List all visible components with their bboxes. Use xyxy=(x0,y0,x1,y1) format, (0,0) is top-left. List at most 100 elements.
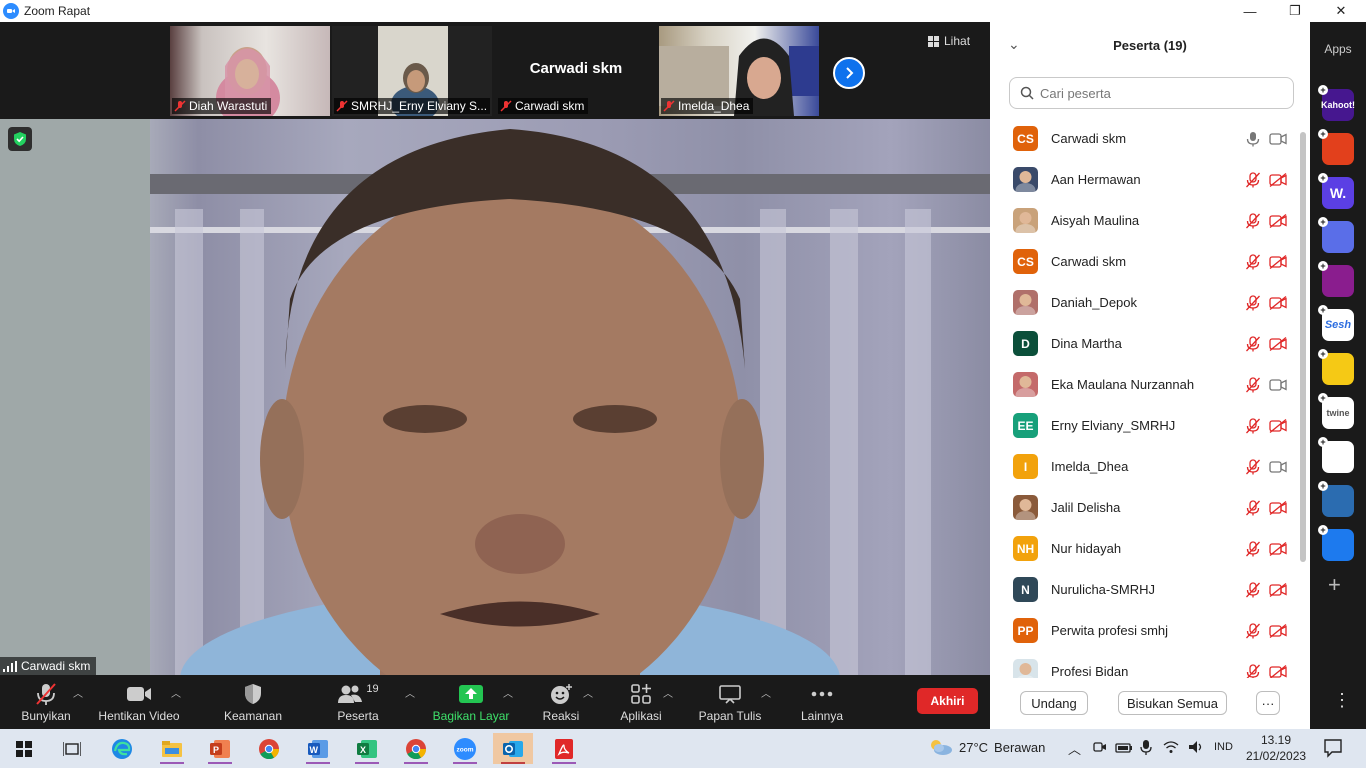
chevron-up-icon[interactable]: ︿ xyxy=(1068,739,1081,758)
mute-all-button[interactable]: Bisukan Semua xyxy=(1118,691,1227,715)
end-meeting-button[interactable]: Akhiri xyxy=(917,688,978,714)
notification-icon[interactable] xyxy=(1323,738,1343,763)
battery-icon[interactable] xyxy=(1115,741,1133,759)
mic-muted-icon[interactable] xyxy=(1245,458,1261,475)
chevron-up-icon[interactable]: ︿ xyxy=(171,685,181,700)
video-camera-icon[interactable] xyxy=(1269,131,1287,147)
mic-muted-icon[interactable] xyxy=(1245,663,1261,678)
app-icon-circle[interactable]: + xyxy=(1318,217,1354,253)
video-camera-icon[interactable] xyxy=(1269,377,1287,393)
minimize-button[interactable]: — xyxy=(1227,0,1273,22)
chevron-up-icon[interactable]: ︿ xyxy=(73,685,83,700)
video-off-icon[interactable] xyxy=(1269,623,1287,639)
participant-row[interactable]: PP Perwita profesi smhj xyxy=(990,610,1300,651)
outlook-icon[interactable] xyxy=(493,733,533,764)
video-off-icon[interactable] xyxy=(1269,213,1287,229)
apps-more-button[interactable]: ⋮ xyxy=(1333,690,1351,711)
meet-now-icon[interactable] xyxy=(1093,740,1107,759)
mic-muted-icon[interactable] xyxy=(1245,376,1261,393)
participant-row[interactable]: N Nurulicha-SMRHJ xyxy=(990,569,1300,610)
windows-start-icon[interactable] xyxy=(4,733,44,764)
video-off-icon[interactable] xyxy=(1269,664,1287,678)
mic-muted-icon[interactable] xyxy=(1245,540,1261,557)
participant-row[interactable]: NH Nur hidayah xyxy=(990,528,1300,569)
participant-row[interactable]: Aan Hermawan xyxy=(990,159,1300,200)
participants-button[interactable]: 19 Peserta xyxy=(328,675,388,729)
weather-widget[interactable]: 27°C Berawan xyxy=(929,739,1045,755)
participant-row[interactable]: Profesi Bidan xyxy=(990,651,1300,678)
mic-muted-icon[interactable] xyxy=(1245,253,1261,270)
close-button[interactable]: ✕ xyxy=(1318,0,1364,22)
maximize-button[interactable]: ❐ xyxy=(1272,0,1318,22)
mic-muted-icon[interactable] xyxy=(1245,335,1261,352)
volume-icon[interactable] xyxy=(1188,740,1204,759)
chevron-up-icon[interactable]: ︿ xyxy=(583,685,593,700)
app-icon-kahoot[interactable]: Kahoot! + xyxy=(1318,85,1355,121)
add-app-button[interactable]: + xyxy=(1328,574,1341,596)
video-off-icon[interactable] xyxy=(1269,172,1287,188)
mic-muted-icon[interactable] xyxy=(1245,417,1261,434)
panel-more-button[interactable]: ··· xyxy=(1256,691,1280,715)
search-box[interactable] xyxy=(1009,77,1294,109)
search-input[interactable] xyxy=(1040,85,1280,101)
powerpoint-icon[interactable]: P xyxy=(200,733,240,764)
app-icon-eraser[interactable]: + xyxy=(1318,525,1354,561)
app-icon-sesh[interactable]: Sesh + xyxy=(1318,305,1354,341)
chrome-browser-icon[interactable] xyxy=(249,733,289,764)
participant-row[interactable]: Daniah_Depok xyxy=(990,282,1300,323)
file-explorer-icon[interactable] xyxy=(152,733,192,764)
encryption-shield-icon[interactable] xyxy=(8,127,32,151)
mic-icon[interactable] xyxy=(1245,131,1261,147)
reactions-button[interactable]: Reaksi xyxy=(536,675,586,729)
participant-row[interactable]: CS Carwadi skm xyxy=(990,241,1300,282)
participant-row[interactable]: CS Carwadi skm xyxy=(990,118,1300,159)
next-page-button[interactable] xyxy=(833,57,865,89)
app-icon-fingerprint[interactable]: + xyxy=(1318,261,1354,297)
video-off-icon[interactable] xyxy=(1269,582,1287,598)
video-off-icon[interactable] xyxy=(1269,500,1287,516)
video-camera-icon[interactable] xyxy=(1269,459,1287,475)
mic-muted-icon[interactable] xyxy=(1245,212,1261,229)
chevron-up-icon[interactable]: ︿ xyxy=(761,685,771,700)
mic-muted-icon[interactable] xyxy=(1245,171,1261,188)
chrome-browser-icon[interactable] xyxy=(396,733,436,764)
thumbnail-tile[interactable]: Imelda_Dhea xyxy=(659,26,819,116)
mic-muted-icon[interactable] xyxy=(1245,499,1261,516)
view-button[interactable]: Lihat xyxy=(928,34,970,48)
mic-muted-icon[interactable] xyxy=(1245,622,1261,639)
app-icon-twine[interactable]: twine + xyxy=(1318,393,1354,429)
video-off-icon[interactable] xyxy=(1269,541,1287,557)
excel-icon[interactable]: X xyxy=(347,733,387,764)
participant-row[interactable]: Aisyah Maulina xyxy=(990,200,1300,241)
scrollbar[interactable] xyxy=(1300,132,1306,562)
thumbnail-tile[interactable]: Carwadi skm Carwadi skm xyxy=(496,26,656,116)
invite-button[interactable]: Undang xyxy=(1020,691,1088,715)
app-icon-scrum[interactable]: + xyxy=(1318,129,1354,165)
task-view-icon[interactable] xyxy=(52,733,92,764)
share-screen-button[interactable]: Bagikan Layar xyxy=(431,675,511,729)
edge-browser-icon[interactable] xyxy=(102,733,142,764)
chevron-up-icon[interactable]: ︿ xyxy=(503,685,513,700)
participant-row[interactable]: I Imelda_Dhea xyxy=(990,446,1300,487)
microphone-icon[interactable] xyxy=(1140,739,1152,760)
language-indicator[interactable]: IND xyxy=(1214,741,1233,753)
participant-row[interactable]: Jalil Delisha xyxy=(990,487,1300,528)
security-button[interactable]: Keamanan xyxy=(220,675,286,729)
video-off-icon[interactable] xyxy=(1269,295,1287,311)
wifi-icon[interactable] xyxy=(1163,740,1179,759)
app-icon-smile[interactable]: + xyxy=(1318,349,1354,385)
unmute-button[interactable]: Bunyikan xyxy=(14,675,78,729)
chevron-up-icon[interactable]: ︿ xyxy=(405,685,415,700)
participant-row[interactable]: D Dina Martha xyxy=(990,323,1300,364)
pdf-reader-icon[interactable] xyxy=(544,733,584,764)
mic-muted-icon[interactable] xyxy=(1245,581,1261,598)
video-off-icon[interactable] xyxy=(1269,336,1287,352)
taskbar-clock[interactable]: 13.19 21/02/2023 xyxy=(1246,732,1306,764)
zoom-app-icon[interactable]: zoom xyxy=(445,733,485,764)
chevron-up-icon[interactable]: ︿ xyxy=(663,685,673,700)
thumbnail-tile[interactable]: SMRHJ_Erny Elviany S... xyxy=(332,26,492,116)
app-icon-sync[interactable]: + xyxy=(1318,481,1354,517)
thumbnail-tile[interactable]: Diah Warastuti xyxy=(170,26,330,116)
apps-button[interactable]: Aplikasi xyxy=(614,675,668,729)
video-off-icon[interactable] xyxy=(1269,254,1287,270)
